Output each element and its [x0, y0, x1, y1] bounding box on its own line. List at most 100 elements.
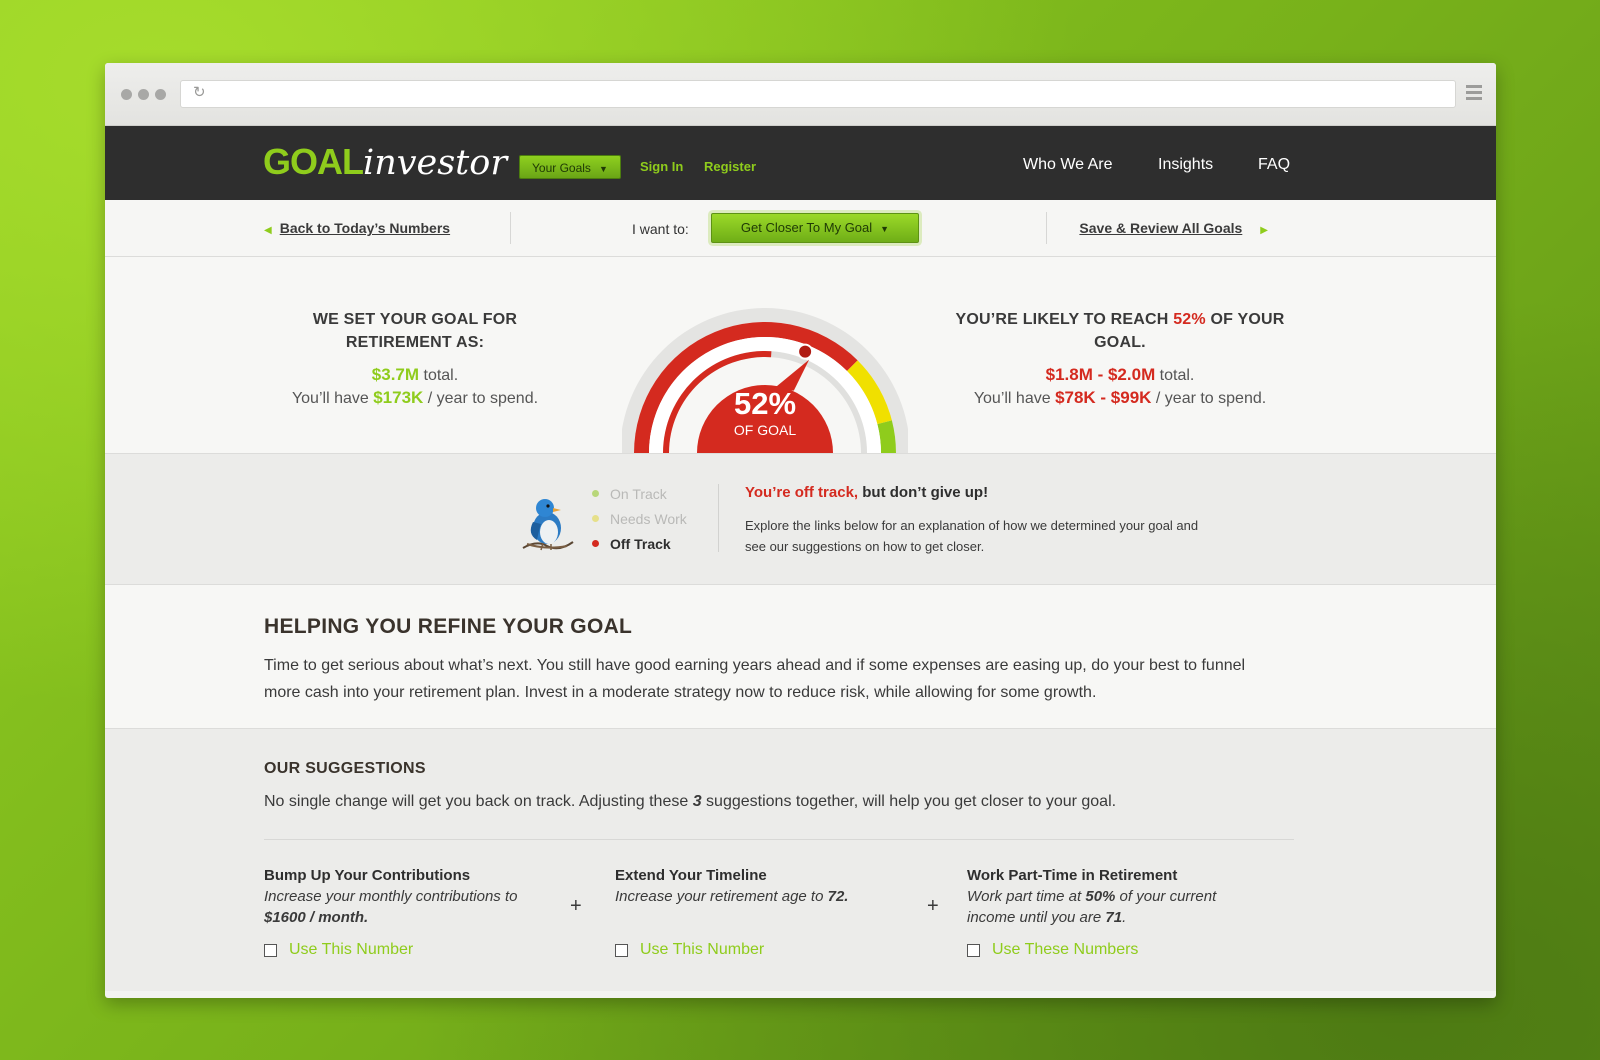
suggestion-contributions: Bump Up Your Contributions Increase your… — [264, 867, 554, 928]
caret-down-icon: ▼ — [598, 164, 608, 174]
goal-action-dropdown[interactable]: Get Closer To My Goal ▼ — [711, 213, 919, 243]
suggestion-desc-value: $1600 / month. — [264, 909, 369, 926]
projection-spend-suffix: / year to spend. — [1151, 390, 1267, 407]
status-legend-label: Needs Work — [610, 510, 687, 527]
suggestion-desc-text: . — [1122, 909, 1127, 926]
sign-in-link[interactable]: Sign In — [640, 159, 683, 174]
use-number-checkbox[interactable] — [615, 943, 628, 957]
goal-set-heading: WE SET YOUR GOAL FOR RETIREMENT AS: — [312, 311, 518, 351]
goal-action-label: Get Closer To My Goal — [740, 220, 873, 235]
divider — [264, 839, 1294, 840]
divider — [718, 484, 719, 552]
goal-set-panel: WE SET YOUR GOAL FOR RETIREMENT AS: $3.7… — [265, 308, 565, 410]
save-review-link[interactable]: Save & Review All Goals ▶ — [1079, 220, 1268, 236]
status-legend-label: Off Track — [610, 535, 671, 552]
suggestion-desc-value: 50% — [1085, 888, 1116, 905]
suggestions-intro-suffix: suggestions together, will help you get … — [701, 793, 1117, 810]
suggestion-desc-text: Increase your retirement age to — [615, 888, 828, 905]
insights-link[interactable]: Insights — [1158, 156, 1213, 174]
suggestions-intro-prefix: No single change will get you back on tr… — [264, 793, 693, 810]
window-dot[interactable] — [155, 89, 166, 100]
divider — [1046, 212, 1047, 244]
use-numbers-checkbox[interactable] — [967, 943, 980, 957]
window-controls[interactable] — [121, 89, 166, 100]
status-dot-icon — [592, 515, 599, 522]
goal-spend-suffix: / year to spend. — [423, 390, 539, 407]
refine-section: HELPING YOU REFINE YOUR GOAL Time to get… — [105, 585, 1496, 729]
suggestion-desc-text: Work part time at — [967, 888, 1086, 905]
save-review-label: Save & Review All Goals — [1079, 220, 1243, 236]
goal-total-value: $3.7M — [371, 365, 420, 384]
use-numbers-option[interactable]: Use These Numbers — [967, 941, 1138, 959]
divider — [510, 212, 511, 244]
status-dot-icon — [592, 540, 599, 547]
status-legend-label: On Track — [610, 485, 667, 502]
triangle-left-icon: ◀ — [264, 225, 272, 236]
logo-investor: investor — [363, 143, 508, 183]
status-legend-item: On Track — [592, 481, 687, 506]
refine-body: Time to get serious about what’s next. Y… — [264, 657, 1246, 701]
back-link-label: Back to Today’s Numbers — [279, 220, 451, 236]
window-dot[interactable] — [138, 89, 149, 100]
goal-projection-panel: YOU’RE LIKELY TO REACH 52% OF YOUR GOAL.… — [950, 308, 1290, 410]
use-number-label[interactable]: Use This Number — [289, 941, 413, 959]
projection-heading-percent: 52% — [1173, 311, 1206, 328]
suggestion-title: Work Part-Time in Retirement — [967, 867, 1178, 884]
browser-window: ↻ GOALinvestor Your Goals ▼ Sign In Regis… — [105, 63, 1496, 998]
your-goals-dropdown[interactable]: Your Goals ▼ — [519, 155, 621, 179]
suggestion-description: Increase your monthly contributions to $… — [264, 886, 554, 928]
suggestion-description: Work part time at 50% of your current in… — [967, 886, 1257, 928]
menu-icon[interactable] — [1466, 85, 1482, 103]
reload-icon[interactable]: ↻ — [193, 85, 206, 101]
use-number-option[interactable]: Use This Number — [615, 941, 764, 959]
bluebird-illustration — [522, 499, 574, 551]
back-link[interactable]: ◀ Back to Today’s Numbers — [264, 220, 450, 236]
status-body: Explore the links below for an explanati… — [745, 518, 1199, 554]
suggestions-count: 3 — [692, 793, 702, 810]
projection-total-suffix: total. — [1155, 367, 1195, 384]
status-heading-rest: but don’t give up! — [858, 484, 989, 501]
who-we-are-link[interactable]: Who We Are — [1023, 156, 1113, 174]
status-legend-item: Needs Work — [592, 506, 687, 531]
status-legend: On Track Needs Work Off Track — [592, 481, 687, 556]
use-number-option[interactable]: Use This Number — [264, 941, 413, 959]
projection-heading: YOU’RE LIKELY TO REACH 52% OF YOUR GOAL. — [950, 308, 1290, 354]
status-dot-icon — [592, 490, 599, 497]
top-navigation: GOALinvestor Your Goals ▼ Sign In Registe… — [105, 126, 1496, 200]
address-bar[interactable]: ↻ — [180, 80, 1456, 108]
plus-icon: + — [570, 895, 582, 917]
suggestion-desc-text: Increase your monthly contributions to — [264, 888, 518, 905]
suggestion-title: Bump Up Your Contributions — [264, 867, 471, 884]
goal-total-suffix: total. — [419, 367, 459, 384]
triangle-right-icon: ▶ — [1260, 225, 1268, 236]
goal-spend-value: $173K — [373, 388, 424, 407]
gauge-pointer-knob — [797, 343, 814, 360]
i-want-to-label: I want to: — [632, 221, 689, 237]
browser-chrome: ↻ — [105, 63, 1496, 126]
goal-summary: WE SET YOUR GOAL FOR RETIREMENT AS: $3.7… — [105, 257, 1496, 454]
goal-gauge: 52% OF GOAL — [622, 308, 908, 453]
logo[interactable]: GOALinvestor — [263, 142, 508, 184]
goal-spend-prefix: You’ll have — [291, 390, 374, 407]
projection-spend-value: $78K - $99K — [1055, 388, 1152, 407]
plus-icon: + — [927, 895, 939, 917]
suggestions-section: OUR SUGGESTIONS No single change will ge… — [105, 729, 1496, 991]
projection-spend-prefix: You’ll have — [973, 390, 1056, 407]
status-legend-item: Off Track — [592, 531, 687, 556]
suggestions-intro: No single change will get you back on tr… — [264, 793, 1116, 811]
suggestion-desc-value: 71 — [1105, 909, 1123, 926]
status-panel: On Track Needs Work Off Track You’re off t… — [105, 454, 1496, 585]
window-dot[interactable] — [121, 89, 132, 100]
status-message: You’re off track, but don’t give up! Exp… — [745, 484, 1205, 557]
gauge-sub-label: OF GOAL — [734, 422, 796, 438]
use-number-checkbox[interactable] — [264, 943, 277, 957]
register-link[interactable]: Register — [704, 159, 756, 174]
suggestions-title: OUR SUGGESTIONS — [264, 760, 426, 777]
goal-total-line: $3.7M total. You’ll have $173K / year to… — [265, 364, 565, 410]
use-numbers-label[interactable]: Use These Numbers — [992, 941, 1138, 959]
faq-link[interactable]: FAQ — [1258, 156, 1290, 174]
use-number-label[interactable]: Use This Number — [640, 941, 764, 959]
caret-down-icon: ▼ — [880, 224, 890, 234]
refine-title: HELPING YOU REFINE YOUR GOAL — [264, 615, 633, 638]
gauge-percent-label: 52% — [734, 386, 796, 421]
